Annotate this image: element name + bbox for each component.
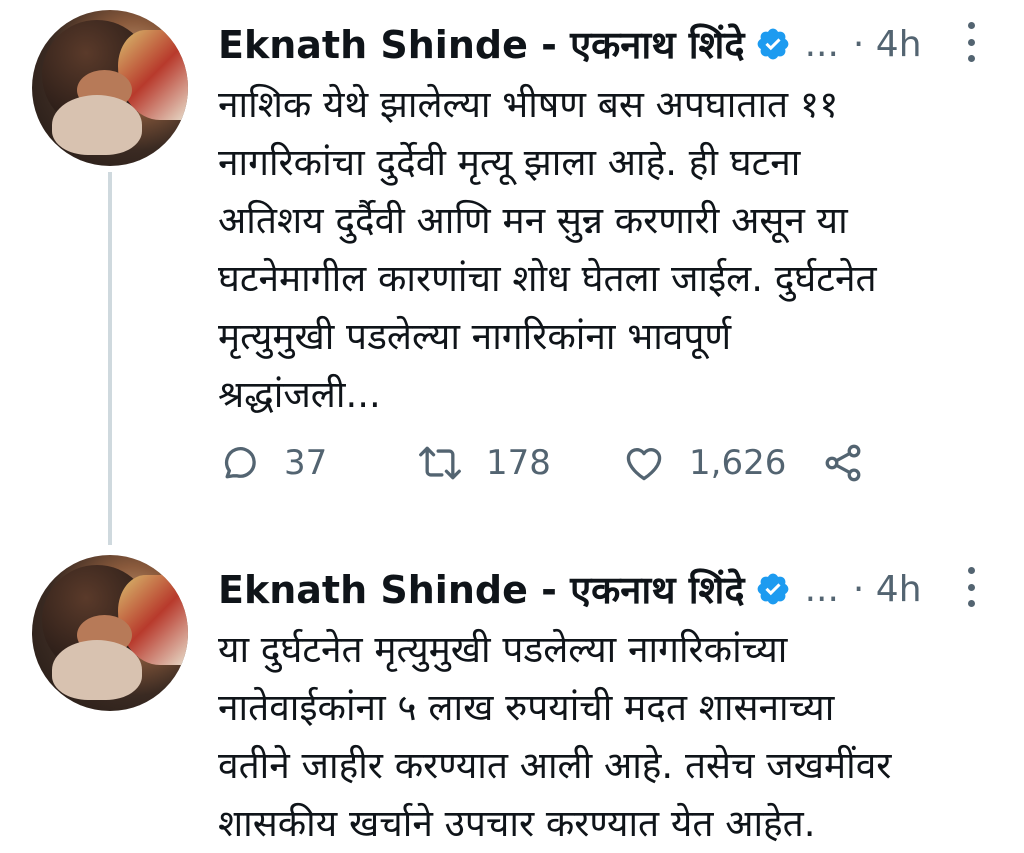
- heart-icon: [626, 448, 662, 481]
- ellipsis-text: ...: [804, 568, 839, 610]
- share-icon: [825, 444, 861, 482]
- tweet-1[interactable]: Eknath Shinde - एकनाथ शिंदे ... · 4h नाश…: [0, 0, 1024, 545]
- tweet-text-line: अतिशय दुर्दैवी आणि मन सुन्न करणारी असून …: [218, 199, 848, 242]
- retweet-button[interactable]: 178: [416, 441, 621, 485]
- reply-count: 37: [284, 443, 328, 483]
- tweet-timestamp[interactable]: · 4h: [853, 569, 922, 610]
- tweet-actions-bar: 37 178 1,626: [218, 438, 898, 488]
- tweet-text: नाशिक येथे झालेल्या भीषण बस अपघातात ११ न…: [218, 76, 988, 424]
- author-avatar[interactable]: [32, 555, 188, 711]
- tweet-2[interactable]: Eknath Shinde - एकनाथ शिंदे ... · 4h या …: [0, 545, 1024, 851]
- retweet-count: 178: [486, 443, 551, 483]
- tweet-timestamp[interactable]: · 4h: [853, 24, 922, 65]
- tweet-text-line: नातेवाईकांना ५ लाख रुपयांची मदत शासनाच्य…: [218, 686, 835, 729]
- tweet-text-line: या दुर्घटनेत मृत्युमुखी पडलेल्या नागरिका…: [218, 628, 788, 671]
- avatar-hand-shape: [52, 640, 142, 700]
- avatar-hand-shape: [52, 95, 142, 155]
- tweet-text-line: नागरिकांचा दुर्देवी मृत्यू झाला आहे. ही …: [218, 141, 801, 184]
- tweet-text-line: नाशिक येथे झालेल्या भीषण बस अपघातात ११: [218, 83, 839, 126]
- verified-badge-icon: [757, 573, 788, 605]
- tweet-header: Eknath Shinde - एकनाथ शिंदे ... · 4h: [218, 567, 922, 612]
- more-vertical-icon[interactable]: [966, 22, 976, 62]
- tweet-text-line: मृत्युमुखी पडलेल्या नागरिकांना भावपूर्ण: [218, 315, 732, 358]
- reply-icon: [224, 447, 256, 479]
- tweet-header: Eknath Shinde - एकनाथ शिंदे ... · 4h: [218, 22, 922, 67]
- like-button[interactable]: 1,626: [621, 441, 821, 485]
- ellipsis-text: ...: [804, 23, 839, 65]
- author-name[interactable]: Eknath Shinde - एकनाथ शिंदे: [218, 563, 745, 615]
- thread-connector-line: [108, 172, 112, 545]
- retweet-icon: [419, 446, 461, 480]
- more-vertical-icon[interactable]: [966, 567, 976, 607]
- share-button[interactable]: [821, 441, 865, 485]
- tweet-text-line: शासकीय खर्चाने उपचार करण्यात येत आहेत.: [218, 802, 816, 845]
- tweet-text-line: वतीने जाहीर करण्यात आली आहे. तसेच जखमींव…: [218, 744, 892, 787]
- like-count: 1,626: [689, 443, 787, 483]
- verified-badge-icon: [757, 28, 788, 60]
- author-avatar[interactable]: [32, 10, 188, 166]
- tweet-text-line: घटनेमागील कारणांचा शोध घेतला जाईल. दुर्घ…: [218, 257, 877, 300]
- reply-button[interactable]: 37: [218, 441, 416, 485]
- author-name[interactable]: Eknath Shinde - एकनाथ शिंदे: [218, 18, 745, 70]
- tweet-text: या दुर्घटनेत मृत्युमुखी पडलेल्या नागरिका…: [218, 621, 988, 853]
- tweet-text-line: श्रद्धांजली...: [218, 373, 381, 416]
